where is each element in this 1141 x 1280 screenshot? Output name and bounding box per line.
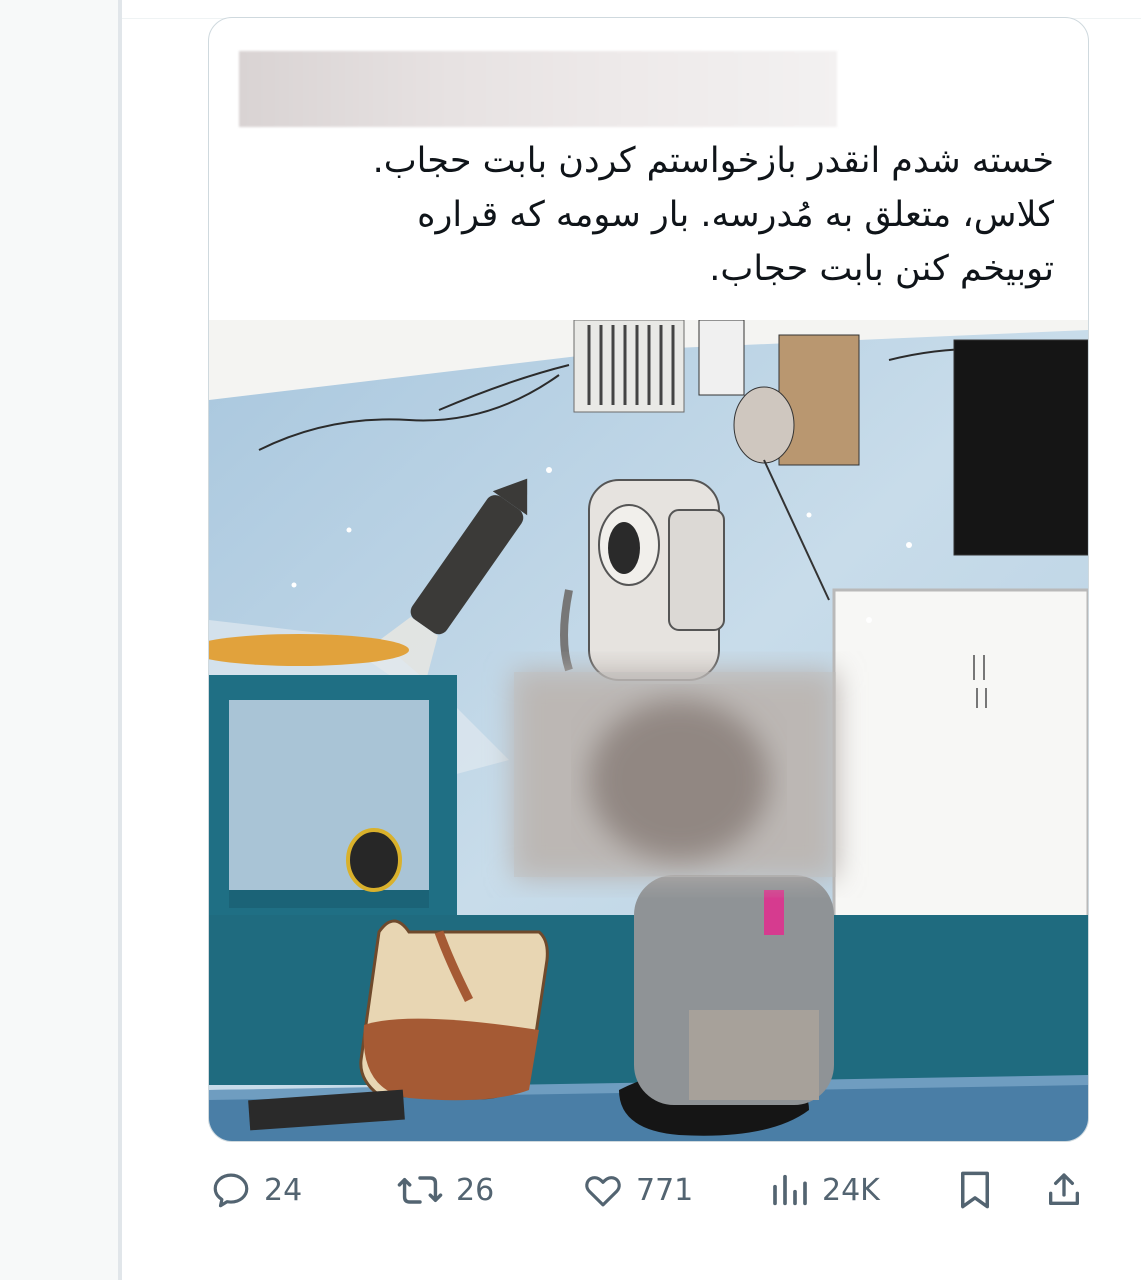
views-icon xyxy=(770,1169,810,1211)
tweet-text-line: کلاس، متعلق به مُدرسه. بار سومه که قراره xyxy=(417,195,1054,235)
reply-button[interactable]: 24 xyxy=(210,1160,302,1220)
bookmark-button[interactable] xyxy=(956,1160,994,1220)
blurred-author-header xyxy=(239,51,837,127)
tweet-actions: 24 26 771 24K xyxy=(208,1160,1088,1220)
reply-count: 24 xyxy=(264,1172,303,1208)
bookmark-icon xyxy=(956,1169,994,1211)
share-icon xyxy=(1044,1169,1084,1211)
share-button[interactable] xyxy=(1044,1160,1084,1220)
repost-count: 26 xyxy=(456,1172,495,1208)
tweet-text-line: توبیخم کنن بابت حجاب. xyxy=(709,249,1054,289)
tweet-card[interactable]: خسته شدم انقدر بازخواستم کردن بابت حجاب.… xyxy=(208,17,1089,1142)
like-button[interactable]: 771 xyxy=(582,1160,693,1220)
repost-icon xyxy=(396,1169,444,1211)
views-count: 24K xyxy=(822,1172,880,1208)
reply-icon xyxy=(210,1169,252,1211)
like-count: 771 xyxy=(636,1172,694,1208)
left-rail xyxy=(0,0,122,1280)
tweet-text-line: خسته شدم انقدر بازخواستم کردن بابت حجاب. xyxy=(372,141,1054,181)
repost-button[interactable]: 26 xyxy=(396,1160,494,1220)
like-icon xyxy=(582,1169,624,1211)
views-button[interactable]: 24K xyxy=(770,1160,880,1220)
tweet-text: خسته شدم انقدر بازخواستم کردن بابت حجاب.… xyxy=(239,134,1054,296)
tweet-photo[interactable] xyxy=(209,320,1088,1141)
